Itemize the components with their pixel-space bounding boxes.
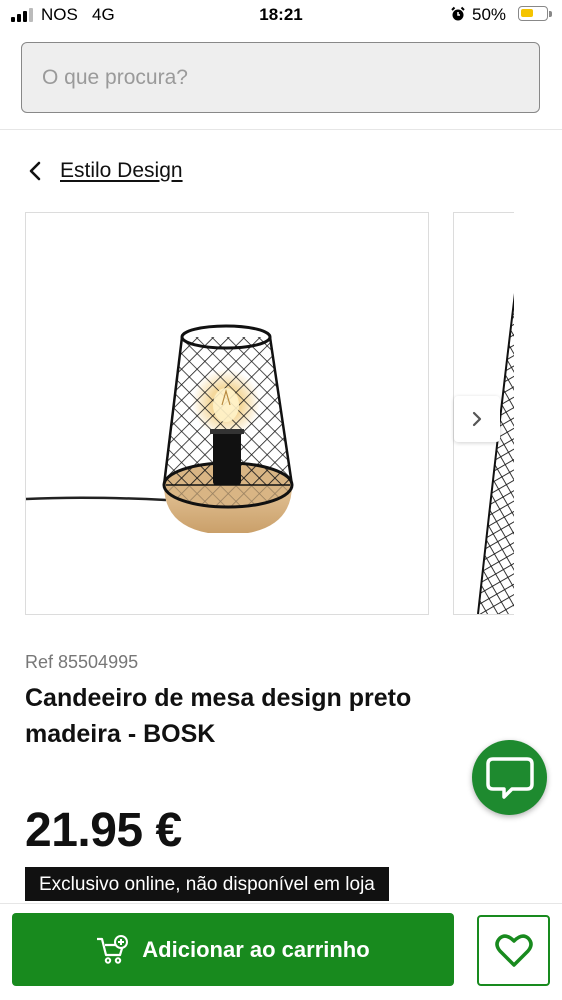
gallery-next-button[interactable]: [454, 396, 500, 442]
product-title: Candeeiro de mesa design preto madeira -…: [25, 684, 412, 748]
chevron-right-icon: [472, 411, 482, 427]
breadcrumb-link-category[interactable]: Estilo Design: [60, 159, 183, 183]
availability-badge: Exclusivo online, não disponível em loja: [25, 867, 389, 901]
add-to-cart-button[interactable]: Adicionar ao carrinho: [12, 913, 454, 986]
product-gallery[interactable]: [0, 212, 562, 616]
add-to-cart-label: Adicionar ao carrinho: [142, 936, 370, 962]
wishlist-button[interactable]: [477, 915, 550, 986]
chevron-left-icon[interactable]: [26, 161, 44, 181]
product-reference: Ref 85504995: [25, 652, 139, 672]
cart-add-icon: [97, 934, 129, 964]
product-price: 21.95 €: [25, 804, 182, 857]
heart-icon: [494, 933, 533, 967]
search-box[interactable]: [21, 42, 540, 113]
lamp-image: [25, 324, 294, 533]
status-bar: NOS 4G 18:21 50%: [0, 0, 562, 30]
breadcrumb[interactable]: Estilo Design: [26, 155, 183, 187]
alarm-icon: [451, 6, 465, 21]
search-input[interactable]: [40, 43, 524, 113]
chat-button[interactable]: [472, 740, 547, 815]
battery-icon: [518, 6, 552, 21]
battery-percent: 50%: [472, 5, 507, 24]
chat-bubble-icon: [485, 756, 534, 799]
header-divider: [0, 129, 562, 130]
product-image[interactable]: [25, 212, 429, 615]
